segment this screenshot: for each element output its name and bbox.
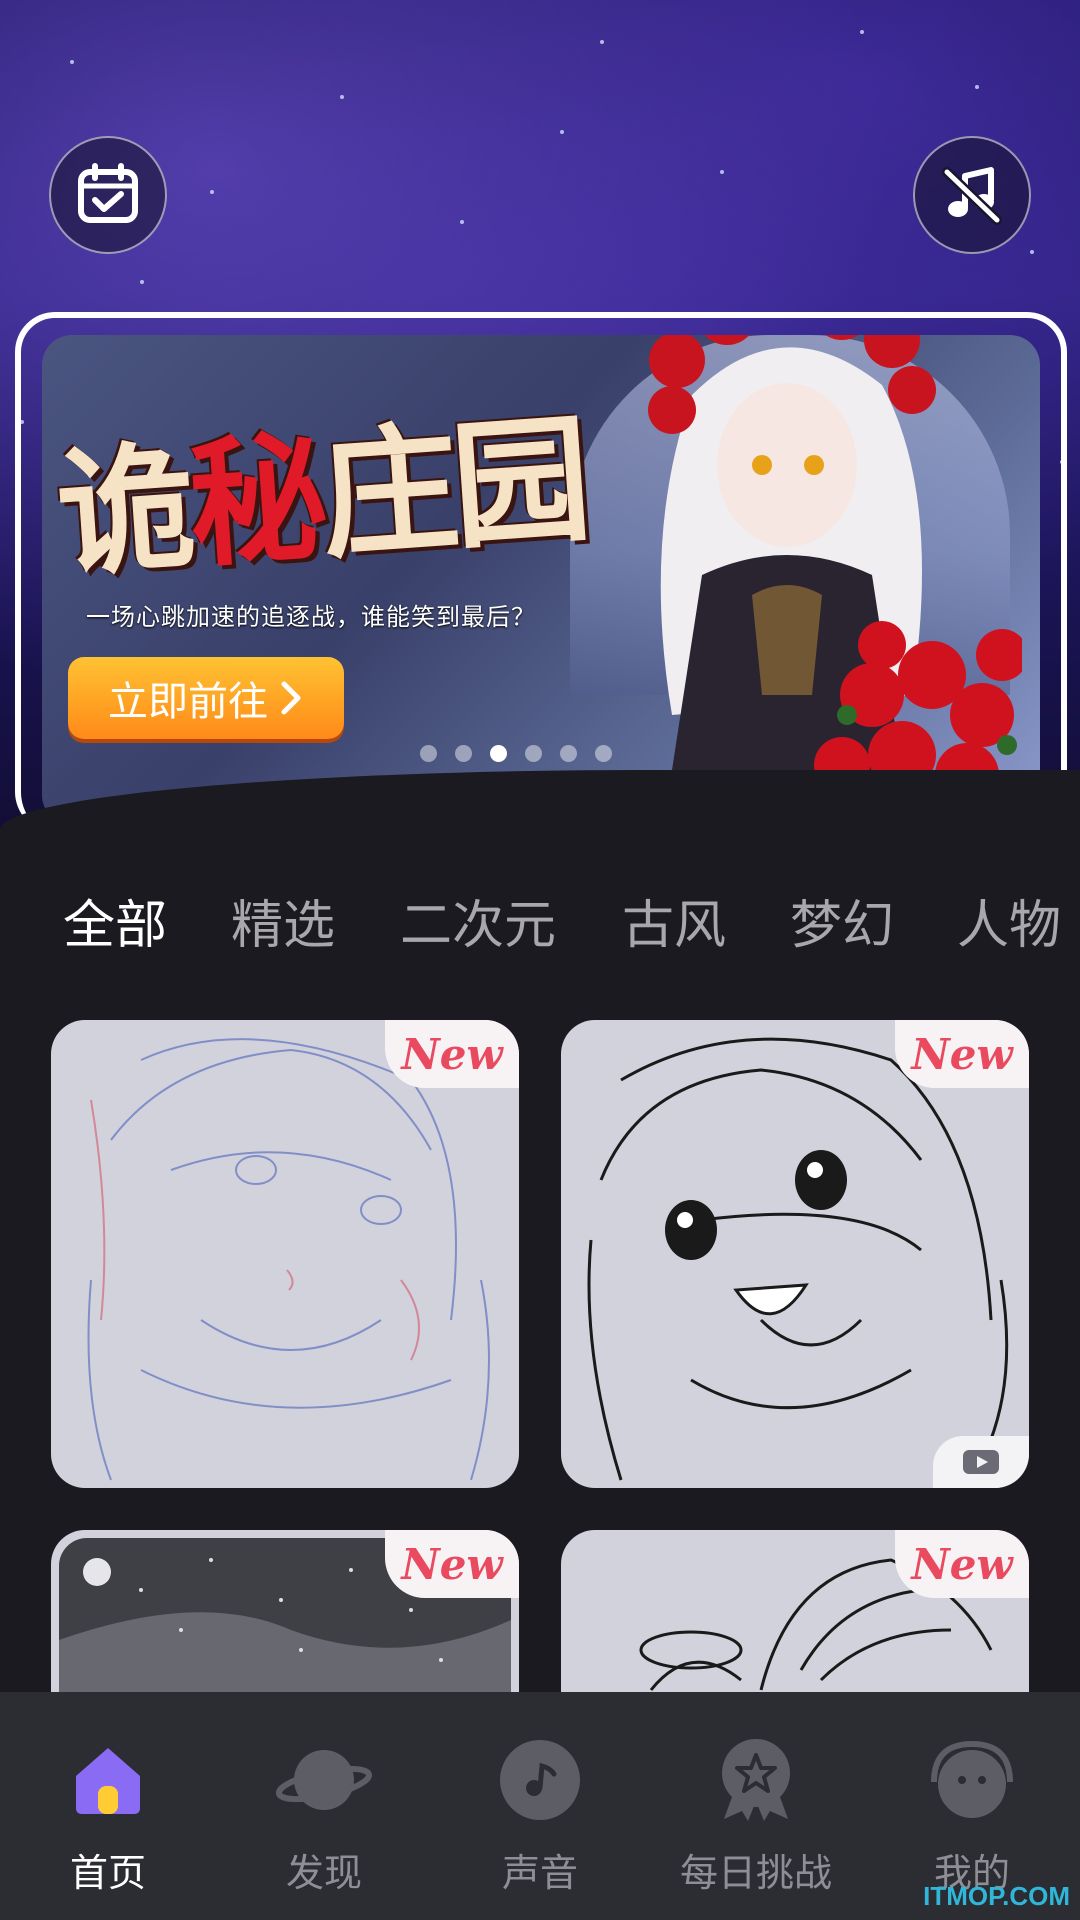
pagination-dot[interactable] (595, 745, 612, 762)
tab-featured[interactable]: 精选 (231, 883, 335, 958)
music-toggle-button[interactable] (913, 136, 1031, 254)
artwork-card[interactable]: New (561, 1020, 1029, 1488)
nav-item-discover[interactable]: 发现 (224, 1692, 424, 1920)
banner-title-part3: 庄园 (315, 396, 590, 578)
banner-character-illustration (648, 335, 1022, 825)
tab-anime[interactable]: 二次元 (400, 883, 556, 958)
banner-title-part1: 诡 (51, 424, 195, 597)
calendar-button[interactable] (49, 136, 167, 254)
nav-label-daily-challenge: 每日挑战 (679, 1851, 832, 1895)
planet-icon (276, 1732, 372, 1828)
nav-label-home: 首页 (69, 1851, 146, 1895)
music-off-icon (942, 167, 1002, 225)
video-badge (933, 1436, 1029, 1488)
music-note-icon (492, 1732, 588, 1828)
new-badge: New (895, 1020, 1029, 1088)
tab-ancient-style[interactable]: 古风 (622, 883, 726, 958)
nav-item-home[interactable]: 首页 (8, 1692, 208, 1920)
nav-label-sound: 声音 (501, 1851, 578, 1895)
bottom-navigation: 首页 发现 声音 每日挑战 我的 ITMOP.COM (0, 1692, 1080, 1920)
tab-people[interactable]: 人物 (957, 883, 1061, 958)
banner-title-part2: 秘 (183, 415, 327, 587)
nav-item-sound[interactable]: 声音 (440, 1692, 640, 1920)
nav-item-daily-challenge[interactable]: 每日挑战 (656, 1692, 856, 1920)
banner-title: 诡秘庄园 (50, 367, 591, 603)
new-badge: New (385, 1020, 519, 1088)
pagination-dot-active[interactable] (490, 745, 507, 762)
pagination-dot[interactable] (420, 745, 437, 762)
banner-cta-button[interactable]: 立即前往 (68, 657, 344, 739)
pagination-dot[interactable] (455, 745, 472, 762)
new-badge: New (385, 1530, 519, 1598)
pagination-dot[interactable] (560, 745, 577, 762)
banner-cta-label: 立即前往 (108, 679, 268, 725)
home-icon (60, 1732, 156, 1828)
banner-subtitle: 一场心跳加速的追逐战，谁能笑到最后？ (86, 603, 536, 631)
line-art-boy-image (87, 1038, 490, 1481)
profile-headphone-icon (924, 1732, 1020, 1828)
calendar-check-icon (78, 163, 138, 223)
chevron-right-icon (281, 681, 301, 715)
site-watermark: ITMOP.COM (923, 1881, 1070, 1911)
pagination-dot[interactable] (525, 745, 542, 762)
line-art-girl-image (587, 1037, 1009, 1481)
new-badge: New (895, 1530, 1029, 1598)
banner-pagination (420, 745, 612, 762)
nav-label-discover: 发现 (285, 1851, 362, 1895)
tab-fantasy[interactable]: 梦幻 (790, 883, 894, 958)
star-badge-icon (708, 1732, 804, 1828)
video-play-icon (963, 1450, 999, 1474)
artwork-card[interactable]: New (51, 1020, 519, 1488)
tab-all[interactable]: 全部 (63, 883, 167, 958)
